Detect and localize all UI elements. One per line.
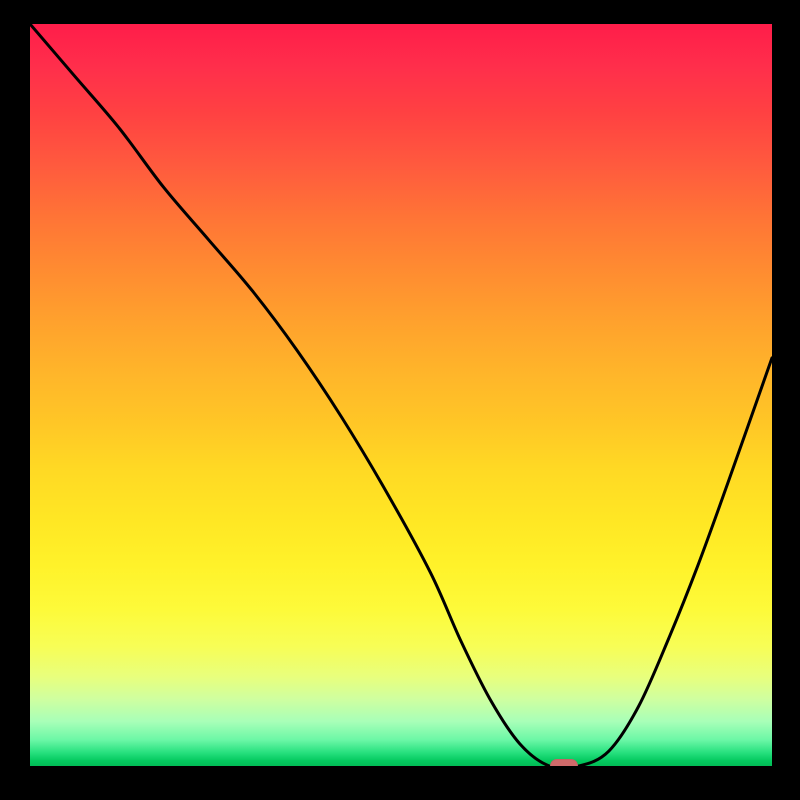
bottleneck-curve xyxy=(30,24,772,766)
bottom-border xyxy=(0,766,800,800)
top-border xyxy=(0,0,800,24)
right-border xyxy=(772,0,800,800)
plot-area xyxy=(30,24,772,766)
left-border xyxy=(0,0,30,800)
